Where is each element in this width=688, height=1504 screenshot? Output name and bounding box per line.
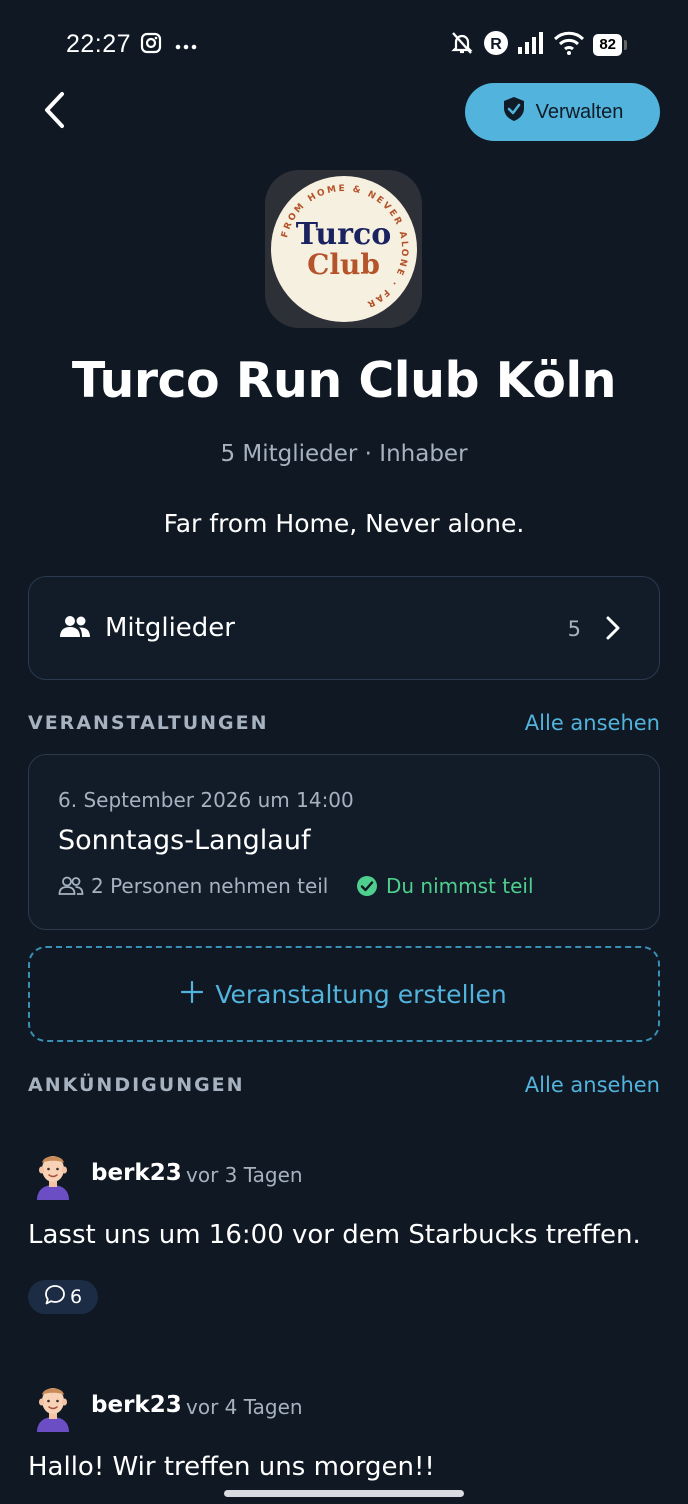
announcement-author: berk23 (91, 1160, 182, 1186)
status-right-icons: R 82 (449, 30, 627, 60)
club-meta: 5 Mitglieder · Inhaber (220, 441, 468, 467)
announcement-time: vor 3 Tagen (186, 1163, 303, 1187)
plus-icon (181, 980, 204, 1009)
home-indicator[interactable] (224, 1490, 464, 1497)
comments-count: 6 (69, 1286, 83, 1308)
manage-label: Verwalten (535, 100, 624, 123)
club-logo-badge: FROM HOME & NEVER ALONE · FAR Turco Club (270, 176, 417, 322)
members-label: Mitglieder (105, 613, 235, 643)
announcement-text: Lasst uns um 16:00 vor dem Starbucks tre… (28, 1220, 641, 1250)
create-event-label: Veranstaltung erstellen (215, 979, 507, 1009)
members-row[interactable]: Mitglieder 5 (28, 576, 660, 680)
announcement-text: Hallo! Wir treffen uns morgen!! (28, 1452, 435, 1482)
event-card[interactable]: 6. September 2026 um 14:00 Sonntags-Lang… (28, 754, 660, 930)
members-count: 5 (567, 617, 581, 641)
club-title: Turco Run Club Köln (71, 352, 617, 409)
chevron-right-icon (605, 615, 621, 645)
announcement-item[interactable]: berk23 vor 4 Tagen Hallo! Wir treffen un… (28, 1382, 668, 1492)
status-left-icons (140, 32, 198, 58)
announcement-author: berk23 (91, 1392, 182, 1418)
comment-icon (44, 1284, 66, 1311)
instagram-icon (140, 32, 162, 58)
back-button[interactable] (34, 90, 74, 134)
club-description: Far from Home, Never alone. (163, 509, 525, 538)
check-circle-icon (356, 875, 378, 901)
svg-text:R: R (491, 36, 503, 53)
signal-icon (517, 31, 545, 59)
event-name: Sonntags-Langlauf (58, 825, 311, 856)
bell-off-icon (449, 30, 475, 60)
event-participants: 2 Personen nehmen teil (91, 874, 329, 898)
battery-indicator: 82 (593, 34, 627, 56)
status-time: 22:27 (66, 30, 132, 58)
event-attendance-status: Du nimmst teil (386, 874, 534, 898)
create-event-button[interactable]: Veranstaltung erstellen (28, 946, 660, 1042)
r-badge-icon: R (483, 30, 509, 60)
club-logo: FROM HOME & NEVER ALONE · FAR Turco Club (265, 170, 422, 328)
announcements-see-all-link[interactable]: Alle ansehen (525, 1073, 660, 1097)
comments-button[interactable]: 6 (28, 1280, 98, 1314)
avatar (28, 1150, 78, 1200)
shield-check-icon (502, 96, 526, 128)
people-outline-icon (58, 876, 84, 900)
logo-word-turco: Turco (295, 217, 392, 252)
status-bar: 22:27 R 82 (0, 0, 688, 90)
events-see-all-link[interactable]: Alle ansehen (525, 711, 660, 735)
events-heading: VERANSTALTUNGEN (28, 712, 269, 734)
club-detail-screen: 22:27 R 82 Verwalten FROM HOME & NEVER A… (0, 0, 688, 1504)
announcement-item[interactable]: berk23 vor 3 Tagen Lasst uns um 16:00 vo… (28, 1150, 668, 1320)
users-icon (59, 615, 91, 643)
manage-button[interactable]: Verwalten (465, 83, 660, 141)
chevron-left-icon (41, 90, 67, 134)
event-date: 6. September 2026 um 14:00 (58, 788, 354, 812)
wifi-icon (553, 30, 585, 60)
announcement-time: vor 4 Tagen (186, 1395, 303, 1419)
announcements-heading: ANKÜNDIGUNGEN (28, 1074, 245, 1096)
logo-word-club: Club (307, 248, 380, 281)
avatar (28, 1382, 78, 1432)
more-icon (174, 36, 198, 55)
